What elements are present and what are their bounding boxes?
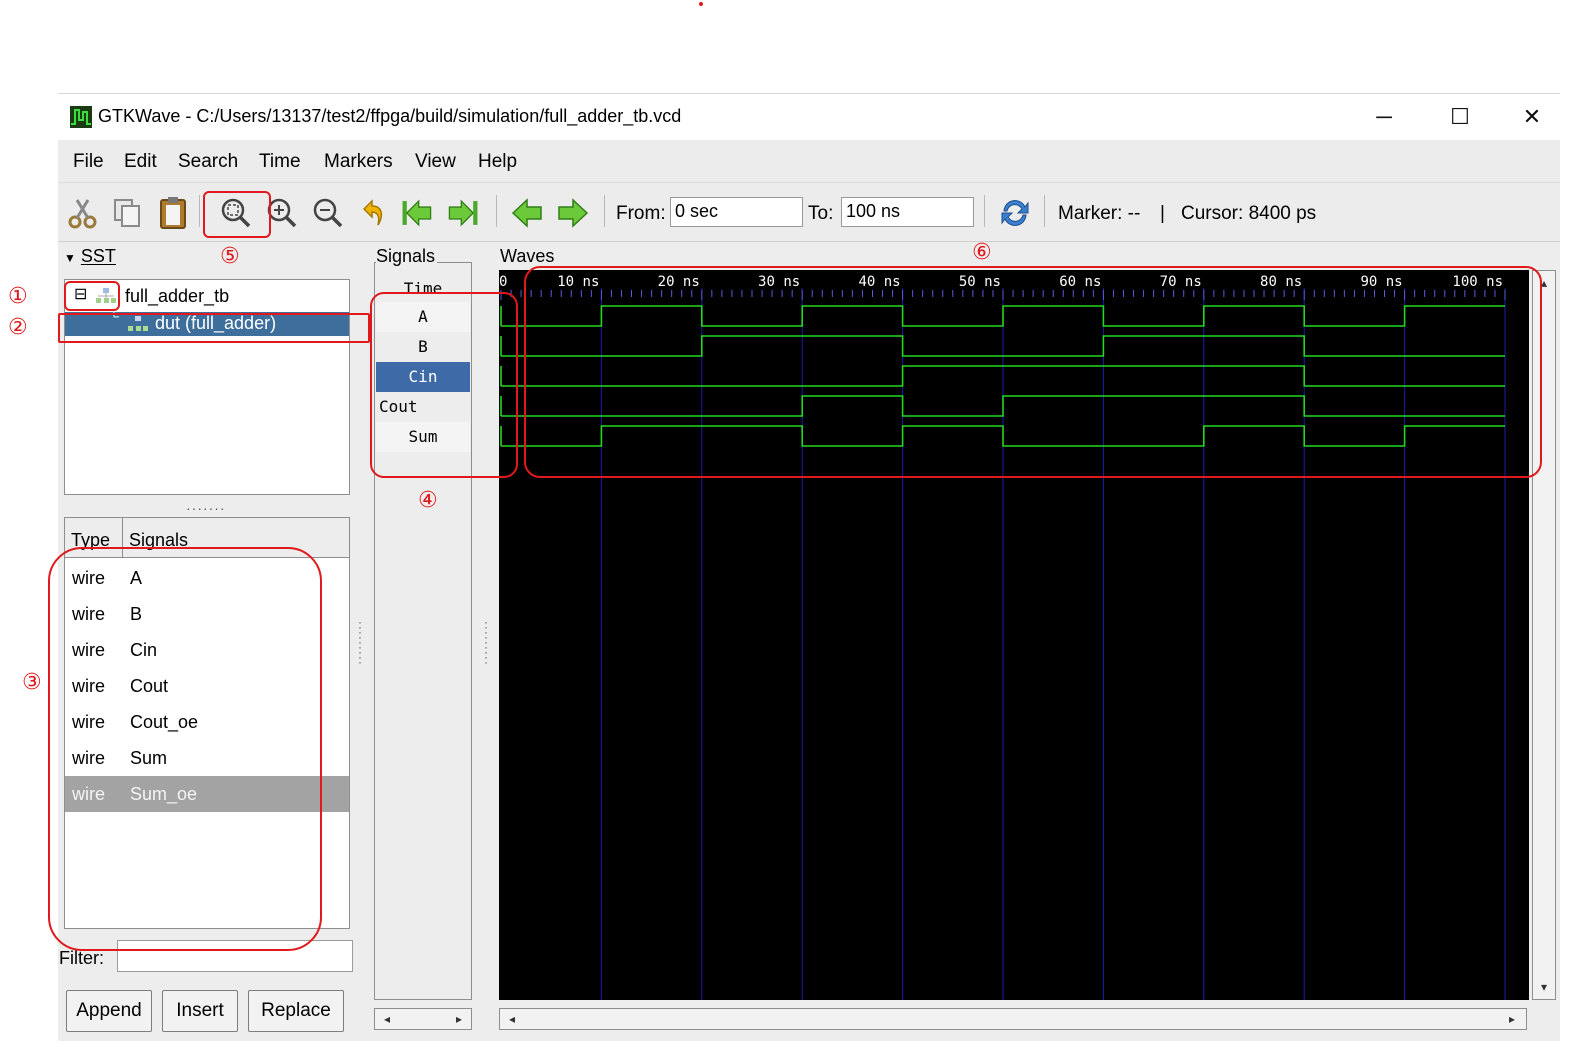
sst-tree: ⊟ full_adder_tb └ dut (full_adder) bbox=[64, 279, 350, 495]
waves-panel-label: Waves bbox=[500, 246, 557, 267]
menu-edit[interactable]: Edit bbox=[124, 151, 157, 173]
annotation-number-4: ④ bbox=[418, 488, 438, 513]
annotation-number-1: ① bbox=[8, 284, 28, 309]
undo-icon[interactable] bbox=[356, 195, 390, 231]
reload-icon[interactable] bbox=[998, 195, 1032, 231]
collapse-triangle-icon: ▼ bbox=[64, 251, 76, 265]
signals-hscrollbar[interactable]: ◂ ▸ bbox=[374, 1008, 472, 1030]
to-label: To: bbox=[808, 203, 834, 224]
maximize-button[interactable]: ☐ bbox=[1430, 100, 1490, 134]
toolbar-separator bbox=[984, 195, 985, 227]
gtkwave-app-icon bbox=[70, 106, 92, 128]
scroll-left-icon[interactable]: ◂ bbox=[502, 1009, 522, 1029]
annotation-box-1 bbox=[64, 281, 120, 311]
menu-bar: File Edit Search Time Markers View Help bbox=[58, 140, 1560, 182]
pane-grip-vertical[interactable]: · · · · · · · · · bbox=[357, 616, 363, 668]
zoom-out-icon[interactable] bbox=[310, 195, 344, 231]
replace-button[interactable]: Replace bbox=[248, 990, 344, 1032]
from-input[interactable]: 0 sec bbox=[670, 197, 803, 227]
paste-icon[interactable] bbox=[156, 195, 190, 231]
to-input[interactable]: 100 ns bbox=[841, 197, 974, 227]
cursor-readout: Cursor: 8400 ps bbox=[1181, 203, 1317, 224]
cut-icon[interactable] bbox=[66, 195, 100, 231]
annotation-number-5: ⑤ bbox=[220, 244, 240, 269]
next-icon[interactable] bbox=[556, 195, 590, 231]
menu-file[interactable]: File bbox=[73, 151, 104, 173]
menu-help[interactable]: Help bbox=[478, 151, 517, 173]
annotation-box-2 bbox=[58, 313, 370, 343]
scroll-down-icon[interactable]: ▾ bbox=[1534, 977, 1554, 997]
toolbar-separator bbox=[1044, 195, 1045, 227]
from-label: From: bbox=[616, 203, 666, 224]
pane-grip[interactable]: ······· bbox=[186, 500, 226, 516]
menu-view[interactable]: View bbox=[415, 151, 456, 173]
sst-header[interactable]: ▼ SST bbox=[64, 246, 116, 267]
prev-icon[interactable] bbox=[510, 195, 544, 231]
annotation-number-6: ⑥ bbox=[972, 240, 992, 265]
annotation-box-4 bbox=[370, 292, 518, 478]
menu-markers[interactable]: Markers bbox=[324, 151, 393, 173]
to-end-icon[interactable] bbox=[446, 195, 480, 231]
to-start-icon[interactable] bbox=[400, 195, 434, 231]
minimize-button[interactable]: ─ bbox=[1354, 100, 1414, 134]
signals-panel-label: Signals bbox=[376, 246, 438, 267]
scroll-right-icon[interactable]: ▸ bbox=[1502, 1009, 1522, 1029]
toolbar-separator bbox=[199, 195, 200, 227]
ruler-label: 0 bbox=[499, 274, 507, 290]
filter-label: Filter: bbox=[59, 948, 104, 968]
annotation-number-2: ② bbox=[8, 315, 28, 340]
toolbar-separator bbox=[604, 195, 605, 227]
pane-grip-vertical[interactable]: · · · · · · · · · bbox=[483, 616, 489, 668]
waves-hscrollbar[interactable]: ◂ ▸ bbox=[499, 1008, 1527, 1030]
annotation-box-5 bbox=[203, 191, 271, 238]
copy-icon[interactable] bbox=[110, 195, 144, 231]
insert-button[interactable]: Insert bbox=[162, 990, 238, 1032]
close-button[interactable]: ✕ bbox=[1502, 100, 1562, 134]
annotation-number-3: ③ bbox=[22, 670, 42, 695]
annotation-box-6 bbox=[524, 266, 1542, 478]
scroll-right-icon[interactable]: ▸ bbox=[449, 1009, 469, 1029]
marker-readout: Marker: -- bbox=[1058, 203, 1141, 224]
scroll-left-icon[interactable]: ◂ bbox=[377, 1009, 397, 1029]
window-title: GTKWave - C:/Users/13137/test2/ffpga/bui… bbox=[98, 106, 682, 126]
stray-dot bbox=[699, 2, 703, 6]
readout-separator: | bbox=[1160, 203, 1165, 224]
sst-title: SST bbox=[80, 246, 116, 266]
annotation-box-3 bbox=[48, 547, 322, 951]
toolbar: From: 0 sec To: 100 ns Marker: -- | Curs… bbox=[58, 182, 1560, 242]
menu-time[interactable]: Time bbox=[259, 151, 301, 173]
append-button[interactable]: Append bbox=[66, 990, 152, 1032]
title-bar: GTKWave - C:/Users/13137/test2/ffpga/bui… bbox=[58, 94, 1560, 140]
toolbar-separator bbox=[496, 195, 497, 227]
menu-search[interactable]: Search bbox=[178, 151, 238, 173]
tree-label: full_adder_tb bbox=[125, 286, 230, 306]
